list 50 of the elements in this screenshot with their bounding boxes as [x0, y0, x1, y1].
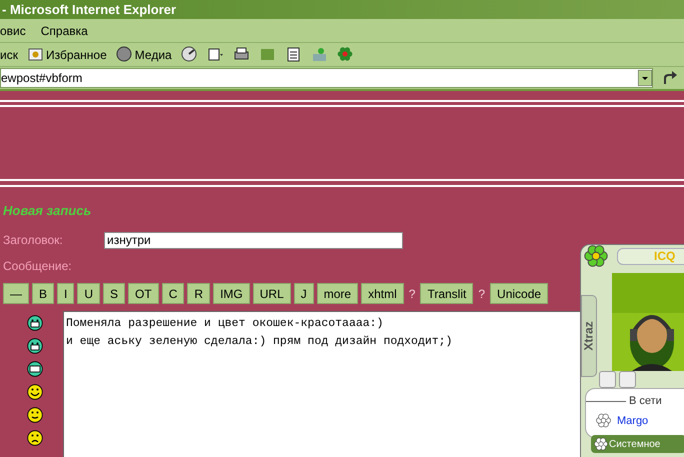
title-field[interactable]: изнутри — [104, 232, 403, 248]
format-button[interactable]: C — [162, 283, 184, 304]
format-button[interactable]: U — [77, 283, 100, 304]
group-header[interactable]: В сети — [629, 393, 662, 410]
system-button[interactable]: Системное — [591, 435, 684, 453]
icq-flower-icon — [584, 244, 608, 268]
title-label: Заголовок: — [3, 232, 64, 249]
media-button[interactable]: Медиа — [116, 46, 172, 64]
format-button[interactable]: OT — [128, 283, 159, 304]
icq-icon[interactable] — [336, 46, 354, 63]
window-title: - Microsoft Internet Explorer — [2, 0, 176, 19]
menu-item[interactable]: овис — [0, 22, 26, 40]
message-line: и еще аську зеленую сделала:) прям под дизайн подходит;) — [66, 334, 454, 350]
smiley-icon[interactable] — [26, 315, 42, 331]
help-link[interactable]: ? — [406, 284, 418, 302]
favorites-icon[interactable] — [26, 46, 44, 63]
format-button[interactable]: IMG — [213, 283, 250, 304]
format-button[interactable]: Translit — [420, 283, 474, 304]
format-button[interactable]: J — [294, 283, 314, 304]
smiley-icon[interactable] — [26, 384, 42, 400]
search-button[interactable]: иск — [0, 46, 18, 64]
dropdown-icon[interactable] — [638, 70, 652, 86]
format-button[interactable]: Unicode — [490, 283, 548, 304]
media-icon[interactable] — [116, 46, 133, 63]
format-button[interactable]: xhtml — [361, 283, 404, 304]
help-link[interactable]: ? — [476, 284, 488, 302]
system-icon — [594, 437, 608, 451]
smiley-icon[interactable] — [26, 361, 42, 377]
menu-item[interactable]: Справка — [40, 22, 88, 40]
address-field[interactable]: ewpost#vbform — [0, 68, 653, 88]
format-button[interactable]: — — [3, 283, 29, 304]
format-button[interactable]: R — [187, 283, 210, 304]
format-button[interactable]: S — [103, 283, 126, 304]
message-field[interactable]: Поменяла разрешение и цвет окошек-красотаааа:) и еще аську зеленую сделала:) прям под дизайн подходит;) — [63, 311, 583, 457]
contact-name[interactable]: Margo — [617, 412, 648, 429]
go-arrow-icon[interactable] — [661, 71, 677, 85]
discuss-icon[interactable] — [284, 46, 302, 63]
format-button[interactable]: more — [316, 283, 358, 304]
smiley-icon[interactable] — [26, 430, 42, 446]
format-button[interactable]: URL — [252, 283, 291, 304]
smiley-icon[interactable] — [26, 407, 42, 423]
format-button[interactable]: B — [32, 283, 54, 304]
contact-status-icon — [596, 413, 611, 428]
mail-icon[interactable] — [206, 46, 224, 63]
favorites-button[interactable]: Избранное — [26, 46, 107, 64]
smiley-icon[interactable] — [26, 338, 42, 354]
format-button[interactable]: I — [57, 283, 74, 304]
history-icon[interactable] — [180, 46, 198, 63]
form-heading: Новая запись — [3, 204, 92, 217]
message-line: Поменяла разрешение и цвет окошек-красотаааа:) — [66, 316, 384, 332]
